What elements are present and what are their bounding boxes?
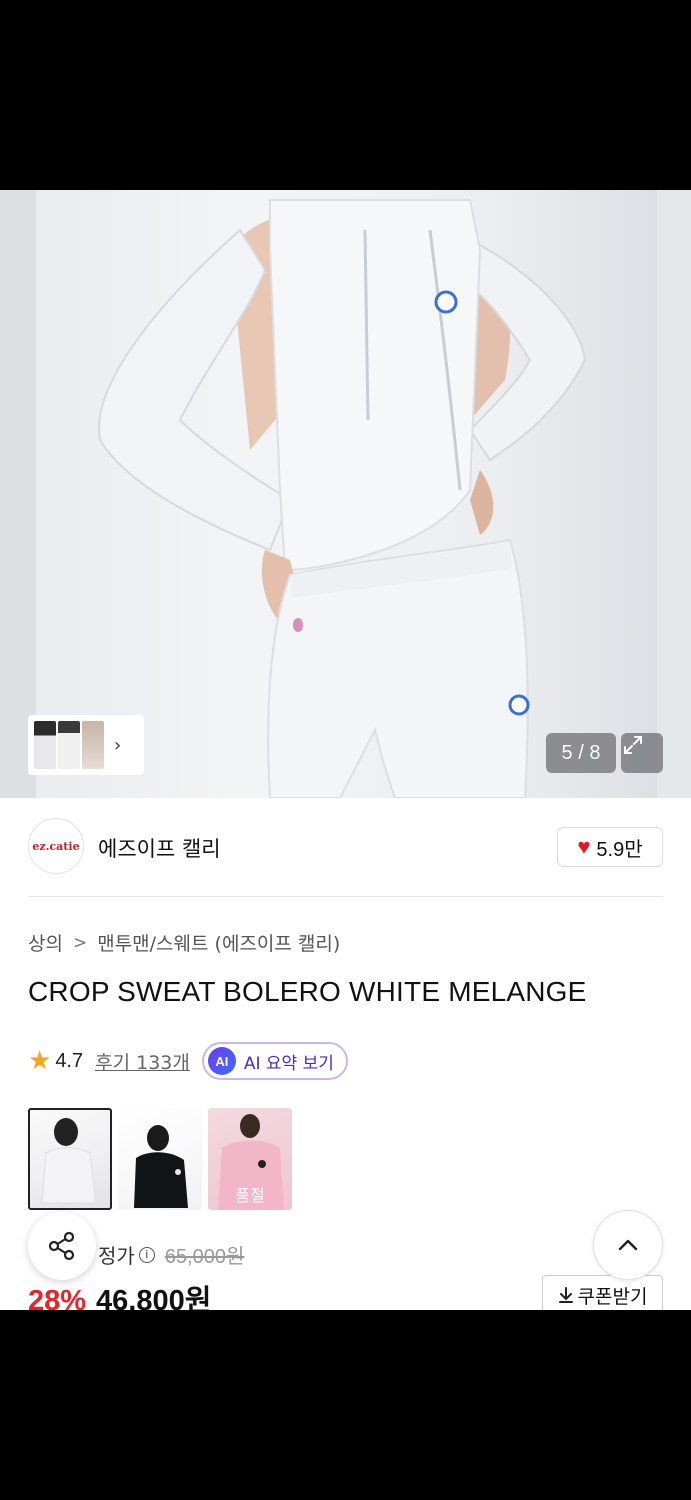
coupon-button[interactable]: 쿠폰받기 (542, 1275, 663, 1310)
soldout-label: 품절 (235, 1186, 265, 1205)
breadcrumb-separator: > (72, 932, 88, 953)
original-price-label: 정가 (98, 1244, 135, 1268)
original-price: 65,000원 (164, 1246, 245, 1268)
ai-summary-button[interactable]: AI AI 요약 보기 (201, 1042, 348, 1080)
navigation-bar-area (0, 1310, 691, 1500)
heart-icon: ♥ (577, 834, 591, 859)
gallery-thumbnail-strip[interactable]: › (28, 715, 144, 775)
brand-row: ez.catie 에즈이프 캘리 ♥ 5.9만 (28, 818, 663, 876)
chevron-right-icon: › (114, 734, 122, 756)
coupon-label: 쿠폰받기 (577, 1285, 648, 1308)
variant-black-image (134, 1125, 188, 1208)
variant-white-image (41, 1118, 97, 1204)
brand-logo[interactable]: ez.catie (28, 818, 84, 874)
chevron-up-icon (618, 1239, 638, 1251)
info-icon[interactable]: i (138, 1246, 155, 1263)
ai-summary-label: AI 요약 보기 (243, 1053, 334, 1074)
ai-icon: AI (207, 1047, 236, 1075)
divider (28, 896, 663, 897)
rating-row: ★ 4.7 후기 133개 AI AI 요약 보기 (28, 1042, 348, 1080)
final-price: 46,800원 (96, 1285, 212, 1310)
product-image[interactable]: › 5 / 8 (0, 190, 691, 798)
reviews-link[interactable]: 후기 133개 (95, 1048, 190, 1075)
color-variants: 품절 (28, 1108, 292, 1210)
star-icon: ★ (28, 1046, 52, 1076)
variant-white[interactable] (28, 1108, 112, 1210)
like-button[interactable]: ♥ 5.9만 (557, 827, 663, 867)
share-button[interactable] (28, 1212, 96, 1280)
sale-price-row: 28% 46,800원 (28, 1277, 211, 1310)
gallery-thumb-2 (58, 721, 80, 769)
status-bar-area (0, 0, 691, 190)
breadcrumb: 상의 > 맨투맨/스웨트 (에즈이프 캘리) (28, 929, 340, 956)
expand-icon (624, 736, 642, 754)
share-icon (48, 1231, 75, 1261)
variant-pink[interactable]: 품절 (208, 1108, 292, 1210)
discount-rate: 28% (28, 1285, 87, 1310)
expand-image-button[interactable] (621, 733, 663, 773)
gallery-thumb-3 (82, 721, 104, 769)
scroll-to-top-button[interactable] (593, 1210, 663, 1280)
gallery-thumb-1 (34, 721, 56, 769)
download-icon (558, 1287, 573, 1303)
variant-black[interactable] (118, 1108, 202, 1210)
product-detail-screen: › 5 / 8 ez.catie 에즈이프 캘리 ♥ 5.9만 상의 > 맨투맨… (0, 190, 691, 1310)
like-count: 5.9만 (596, 838, 643, 861)
product-title: CROP SWEAT BOLERO WHITE MELANGE (28, 976, 587, 1007)
rating-score: 4.7 (55, 1049, 84, 1072)
breadcrumb-category[interactable]: 상의 (28, 929, 63, 956)
model-illustration (97, 199, 587, 798)
image-page-counter: 5 / 8 (546, 733, 616, 773)
breadcrumb-subcategory[interactable]: 맨투맨/스웨트 (에즈이프 캘리) (97, 929, 340, 956)
brand-name-link[interactable]: 에즈이프 캘리 (98, 833, 221, 863)
